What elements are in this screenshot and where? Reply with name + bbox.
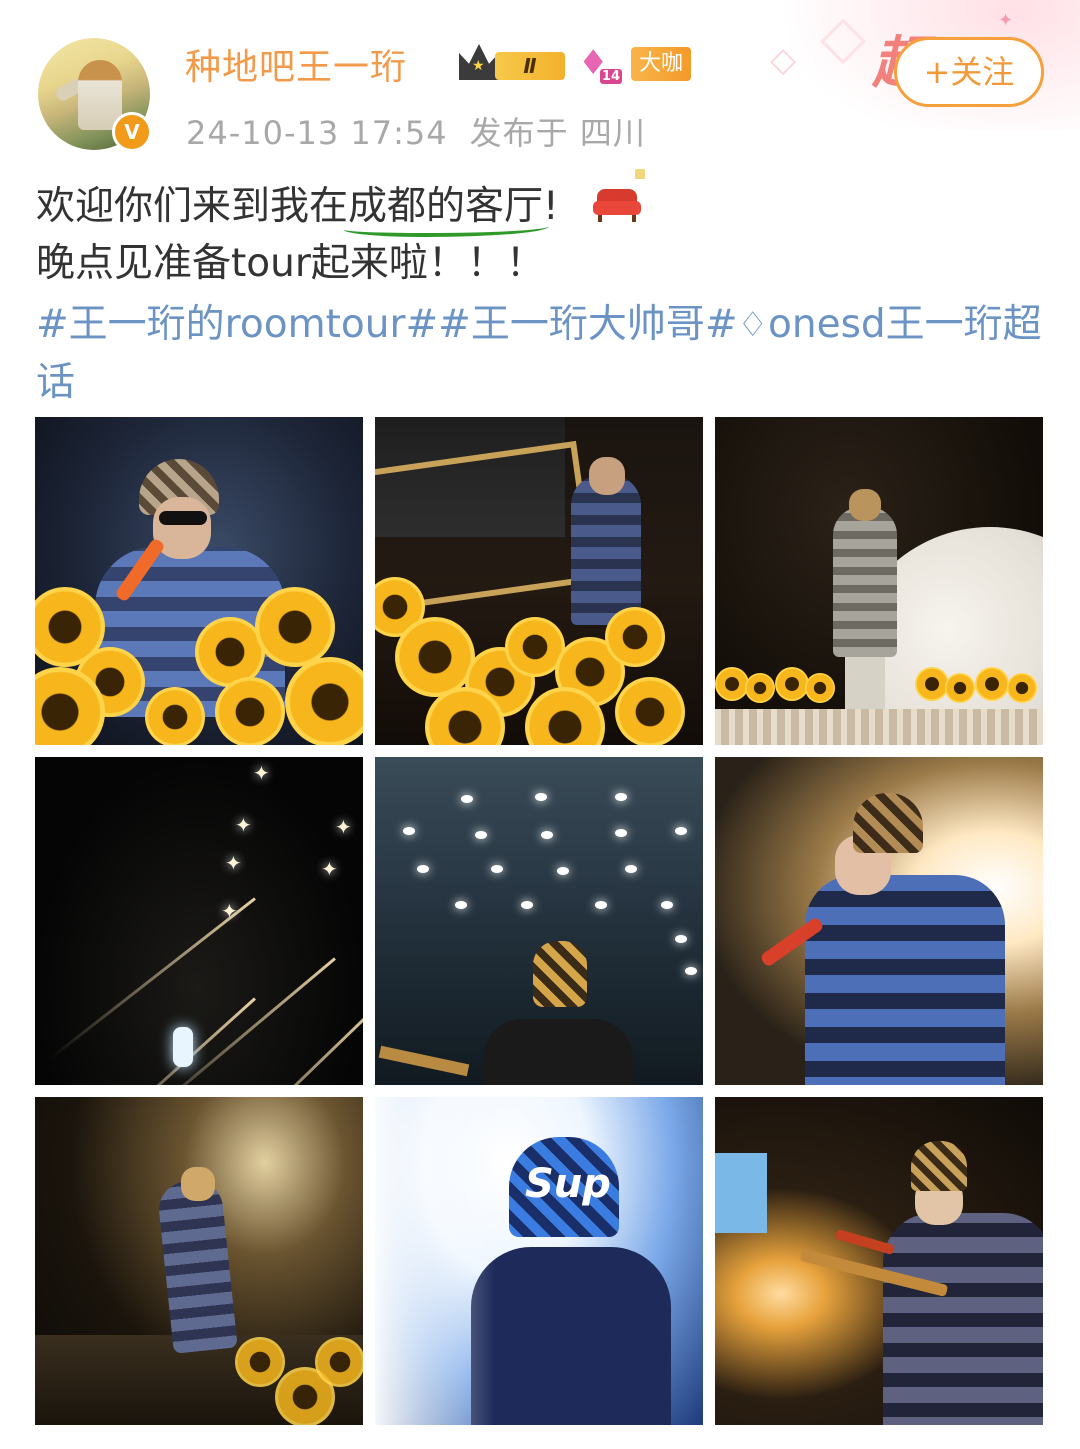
verified-v-icon: V xyxy=(112,112,152,152)
post-text: 欢迎你们来到我在成都的客厅! 晚点见准备tour起来啦！！！ xyxy=(36,169,1046,292)
photo-8[interactable]: Sup xyxy=(375,1097,703,1425)
hat-logo-text: Sup xyxy=(525,1161,611,1207)
underlined-phrase: 成都的客厅 xyxy=(348,184,544,229)
level-badge: Ⅱ xyxy=(495,52,565,80)
diamond-outline-icon: ◇ xyxy=(820,2,867,72)
post-timestamp: 24-10-13 17:54 xyxy=(186,114,448,152)
diamond-level: 14 xyxy=(599,69,622,84)
follow-button[interactable]: +关注 xyxy=(894,37,1044,107)
post-location: 发布于 四川 xyxy=(469,114,646,152)
membership-badge[interactable]: ★ Ⅱ xyxy=(459,44,569,84)
photo-4[interactable]: ✦ ✦ ✦ ✦ ✦ ✦ xyxy=(35,757,363,1085)
diamond-decor-icon: ◇ xyxy=(770,40,797,80)
username[interactable]: 种地吧王一珩 xyxy=(185,38,407,90)
fan-diamond-badge[interactable]: ♦ 14 xyxy=(578,44,622,84)
hashtag-roomtour[interactable]: #王一珩的roomtour# xyxy=(36,302,438,347)
super-topic-diamond-icon: ♢ xyxy=(737,305,768,345)
photo-7[interactable] xyxy=(35,1097,363,1425)
hashtags: #王一珩的roomtour##王一珩大帅哥#♢onesd王一珩超话 xyxy=(36,296,1056,411)
photo-grid: ✦ ✦ ✦ ✦ ✦ ✦ Sup xyxy=(35,417,1043,1425)
sparkle-icon: ✦ xyxy=(998,10,1014,31)
follow-label: +关注 xyxy=(923,53,1015,91)
photo-9[interactable] xyxy=(715,1097,1043,1425)
photo-5[interactable] xyxy=(375,757,703,1085)
hashtag-handsome[interactable]: #王一珩大帅哥# xyxy=(438,302,737,347)
post-line-1-prefix: 欢迎你们来到我在 xyxy=(36,184,349,229)
avatar[interactable]: V xyxy=(38,38,152,152)
photo-6[interactable] xyxy=(715,757,1043,1085)
vip-role-badge[interactable]: 大咖 xyxy=(631,47,691,81)
photo-3[interactable] xyxy=(715,417,1043,745)
photo-2[interactable] xyxy=(375,417,703,745)
photo-1[interactable] xyxy=(35,417,363,745)
post-meta: 24-10-13 17:54 发布于 四川 xyxy=(186,108,646,154)
couch-emoji-icon xyxy=(592,169,645,223)
post-line-1: 欢迎你们来到我在成都的客厅! xyxy=(36,169,1046,235)
post-line-2: 晚点见准备tour起来啦！！！ xyxy=(36,241,545,286)
crown-star-icon: ★ xyxy=(472,58,485,74)
